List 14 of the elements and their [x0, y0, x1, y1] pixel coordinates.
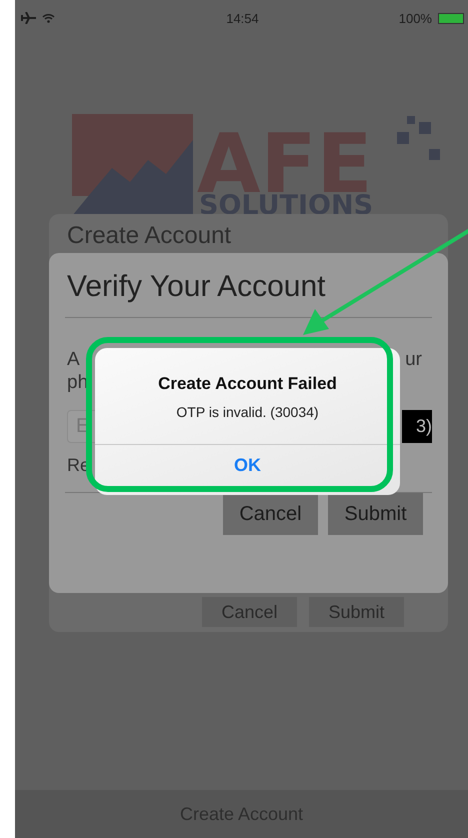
- dialog-title: Verify Your Account: [67, 269, 327, 305]
- alert-title: Create Account Failed: [158, 374, 337, 394]
- battery-icon: [438, 12, 464, 24]
- ok-button[interactable]: OK: [224, 455, 271, 476]
- alert-message: OTP is invalid. (30034): [176, 404, 319, 420]
- dialog-button[interactable]: Cancel: [223, 493, 318, 535]
- dialog-title: Create Account: [67, 222, 232, 250]
- status-time: 14:54: [226, 10, 259, 26]
- dialog-button[interactable]: Submit: [328, 493, 423, 535]
- field-button[interactable]: 3): [402, 410, 432, 443]
- body-text: ur: [405, 348, 422, 371]
- wifi-icon: [42, 13, 55, 23]
- battery-percentage: 100%: [398, 10, 432, 26]
- body-text: A: [67, 348, 80, 371]
